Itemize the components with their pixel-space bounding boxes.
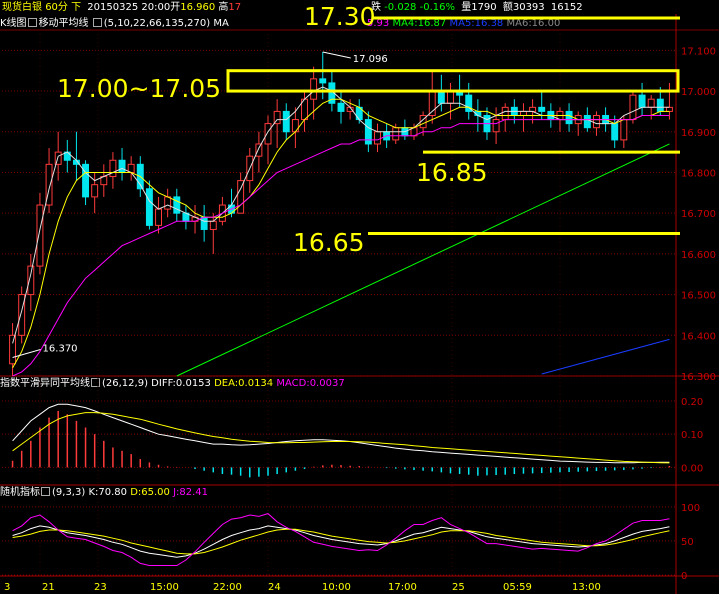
candle-body <box>520 110 527 116</box>
x-axis-label: 23 <box>94 582 107 593</box>
candle-body <box>656 98 664 112</box>
candle-body <box>437 90 445 104</box>
candle-body <box>501 106 509 121</box>
annotation-17-30-label: 17.30 <box>304 2 376 31</box>
x-axis-label: 17:00 <box>388 582 417 593</box>
main-y-tick-label: 16.500 <box>681 291 716 302</box>
x-axis-label: 21 <box>42 582 55 593</box>
candle-body <box>665 106 673 112</box>
kdj-k-line <box>12 525 670 558</box>
candle-body <box>291 119 299 133</box>
candle-body <box>118 159 126 173</box>
kdj-j-line <box>12 513 670 566</box>
annotation-16-65-label: 16.65 <box>293 228 365 257</box>
kdj-y-tick-label: 100 <box>681 503 700 514</box>
x-axis-label: 15:00 <box>150 582 179 593</box>
candle-body <box>583 114 591 129</box>
main-y-tick-label: 16.800 <box>681 168 716 179</box>
macd-y-tick-label: 0.10 <box>681 430 703 441</box>
candle-body <box>337 102 345 112</box>
x-axis-label: 05:59 <box>503 582 532 593</box>
annotation-17-00-box <box>226 69 680 93</box>
x-axis-label: 3 <box>4 582 10 593</box>
candle-body <box>155 208 162 226</box>
candle-body <box>255 143 263 157</box>
candle-body <box>164 196 172 210</box>
candle-body <box>319 78 327 84</box>
main-y-tick-label: 17.100 <box>681 46 716 57</box>
kdj-y-tick-label: 0 <box>681 571 687 582</box>
macd-diff-line <box>12 403 670 464</box>
candle-body <box>282 110 290 133</box>
min-price-label: 16.370 <box>43 344 78 355</box>
main-y-tick-label: 17.000 <box>681 87 716 98</box>
x-axis-label: 25 <box>452 582 465 593</box>
candle-body <box>145 188 153 226</box>
candle-body <box>109 159 117 178</box>
candle-body <box>91 184 99 198</box>
candle-body <box>392 127 400 141</box>
x-axis-label: 10:00 <box>322 582 351 593</box>
candle-body <box>492 119 500 133</box>
candle-body <box>447 90 454 104</box>
candle-body <box>592 114 600 129</box>
annotation-17-00-label: 17.00~17.05 <box>57 74 222 103</box>
macd-dea-line <box>12 412 670 464</box>
ma1-line <box>12 86 670 344</box>
max-price-label: 17.096 <box>353 54 388 65</box>
main-y-tick-label: 16.400 <box>681 331 716 342</box>
max-price-pointer <box>322 51 351 59</box>
candle-body <box>647 98 655 108</box>
candle-body <box>173 196 181 214</box>
x-axis-label: 22:00 <box>213 582 242 593</box>
ma5-line <box>541 338 670 375</box>
candle-body <box>629 94 637 121</box>
candle-body <box>27 265 35 296</box>
macd-y-tick-label: 0.20 <box>681 397 703 408</box>
candle-body <box>264 123 272 145</box>
annotation-16-85-label: 16.85 <box>416 158 488 187</box>
x-axis-label: 13:00 <box>572 582 601 593</box>
chart-window: 现货白银 60分 下 20150325 20:00开16.960 高17 跌 -… <box>0 0 719 594</box>
candle-body <box>611 123 619 141</box>
candle-body <box>565 110 573 125</box>
kdj-y-tick-label: 50 <box>681 537 694 548</box>
main-y-tick-label: 16.300 <box>681 372 716 383</box>
macd-y-tick-label: 0.00 <box>681 463 703 474</box>
candle-body <box>638 94 646 108</box>
candle-body <box>538 106 546 112</box>
main-y-tick-label: 16.700 <box>681 209 716 220</box>
candle-body <box>36 204 44 267</box>
candle-body <box>620 119 628 141</box>
candle-body <box>200 216 208 230</box>
candle-body <box>374 131 381 145</box>
x-axis-label: 24 <box>268 582 281 593</box>
candle-body <box>310 78 318 100</box>
candle-body <box>9 334 17 365</box>
candle-body <box>529 106 537 112</box>
main-y-tick-label: 16.600 <box>681 250 716 261</box>
candle-body <box>237 180 245 214</box>
main-y-tick-label: 16.900 <box>681 128 716 139</box>
candle-body <box>209 220 217 230</box>
